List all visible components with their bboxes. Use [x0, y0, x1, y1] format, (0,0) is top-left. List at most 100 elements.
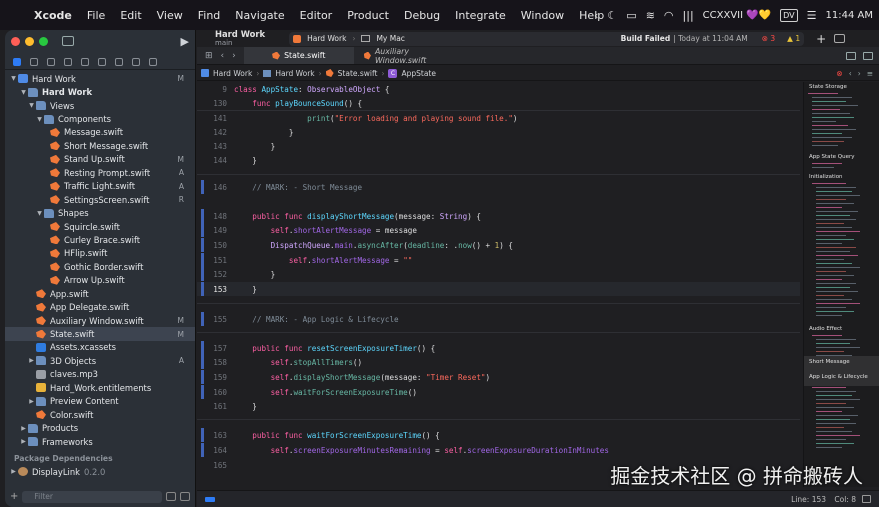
- change-indicator[interactable]: [201, 180, 204, 194]
- related-items-icon[interactable]: ⊞: [205, 51, 213, 61]
- moon-icon[interactable]: ☾: [607, 9, 617, 22]
- tree-row[interactable]: ▼ Views: [5, 99, 195, 112]
- package-row[interactable]: ▶ DisplayLink 0.2.0: [5, 465, 195, 478]
- tree-row[interactable]: Gothic Border.swift: [5, 260, 195, 273]
- change-indicator[interactable]: [201, 253, 204, 267]
- jumpbar-project[interactable]: Hard Work: [213, 69, 252, 78]
- menu-file[interactable]: File: [87, 9, 105, 22]
- tree-row[interactable]: Squircle.swift: [5, 220, 195, 233]
- change-indicator[interactable]: [201, 428, 204, 442]
- tree-row[interactable]: SettingsScreen.swift R: [5, 193, 195, 206]
- tree-row[interactable]: Hard_Work.entitlements: [5, 381, 195, 394]
- menu-edit[interactable]: Edit: [120, 9, 141, 22]
- zoom-button[interactable]: [39, 36, 48, 46]
- minimize-button[interactable]: [25, 36, 34, 46]
- status-text[interactable]: ⅭCXXVII 💜💛: [703, 10, 772, 21]
- disclosure-open-icon[interactable]: ▼: [19, 89, 28, 96]
- test-navigator-tab-icon[interactable]: [98, 57, 106, 66]
- scm-filter-icon[interactable]: [180, 492, 190, 501]
- menu-debug[interactable]: Debug: [404, 9, 440, 22]
- source-editor[interactable]: 9 class AppState: ObservableObject { 130…: [197, 82, 800, 487]
- menu-product[interactable]: Product: [347, 9, 389, 22]
- tree-row[interactable]: Resting Prompt.swift A: [5, 166, 195, 179]
- change-indicator[interactable]: [201, 223, 204, 237]
- disclosure-open-icon[interactable]: ▼: [35, 116, 44, 123]
- change-indicator[interactable]: [201, 341, 204, 355]
- menu-clock[interactable]: 11:44 AM: [826, 10, 873, 21]
- destination-selector[interactable]: My Mac: [376, 34, 404, 43]
- close-button[interactable]: [11, 36, 20, 46]
- menu-window[interactable]: Window: [521, 9, 564, 22]
- split-editor-icon[interactable]: [863, 51, 873, 60]
- inspector-toggle-icon[interactable]: [834, 34, 846, 43]
- adjust-editor-icon[interactable]: ≡: [867, 69, 873, 78]
- tree-row[interactable]: ▶ Frameworks: [5, 435, 195, 448]
- minimap[interactable]: State Storage App State Query Initializa…: [803, 82, 879, 487]
- menu-integrate[interactable]: Integrate: [455, 9, 506, 22]
- disclosure-open-icon[interactable]: ▼: [9, 75, 18, 82]
- tree-row[interactable]: ▶ Preview Content: [5, 395, 195, 408]
- change-indicator[interactable]: [201, 443, 204, 457]
- tree-row[interactable]: ▼ Hard Work M: [5, 72, 195, 85]
- run-icon[interactable]: ▶: [181, 35, 189, 48]
- change-indicator[interactable]: [201, 238, 204, 252]
- error-count-badge[interactable]: ⊗ 3: [762, 34, 775, 43]
- issue-navigator-tab-icon[interactable]: [81, 57, 89, 66]
- console-toggle-icon[interactable]: [862, 495, 871, 503]
- debug-navigator-tab-icon[interactable]: [115, 57, 123, 66]
- forward-icon[interactable]: ›: [232, 51, 236, 61]
- package-dependencies-header[interactable]: Package Dependencies: [5, 453, 195, 465]
- disclosure-closed-icon[interactable]: ▶: [9, 468, 18, 475]
- display-icon[interactable]: ▭: [626, 9, 636, 22]
- scheme-selector[interactable]: Hard Work: [307, 34, 346, 43]
- tab-auxiliary-window[interactable]: Auxiliary Window.swift: [354, 47, 464, 65]
- disclosure-closed-icon[interactable]: ▶: [19, 438, 28, 445]
- back-icon[interactable]: ‹: [221, 51, 225, 61]
- minimap-mark-label[interactable]: Audio Effect: [809, 326, 842, 332]
- tree-row-selected[interactable]: State.swift M: [5, 327, 195, 341]
- change-indicator[interactable]: [201, 267, 204, 281]
- tree-row[interactable]: Curley Brace.swift: [5, 233, 195, 246]
- tree-row[interactable]: ▼ Components: [5, 112, 195, 125]
- find-navigator-tab-icon[interactable]: [64, 57, 72, 66]
- jumpbar-group[interactable]: Hard Work: [275, 69, 314, 78]
- tree-row[interactable]: Traffic Light.swift A: [5, 180, 195, 193]
- menu-view[interactable]: View: [157, 9, 183, 22]
- disclosure-open-icon[interactable]: ▼: [35, 210, 44, 217]
- sidebar-toggle-icon[interactable]: [62, 36, 74, 46]
- tab-state-swift[interactable]: State.swift: [243, 47, 354, 64]
- headphones-icon[interactable]: ◠: [664, 9, 674, 22]
- project-title[interactable]: Hard Work main: [215, 29, 265, 48]
- minimap-mark-label[interactable]: Short Message: [809, 359, 850, 365]
- minimap-mark-label[interactable]: State Storage: [809, 84, 847, 90]
- build-status[interactable]: Build Failed | Today at 11:04 AM: [621, 34, 748, 43]
- keyboard-layout[interactable]: DV: [780, 8, 798, 22]
- tree-row[interactable]: ▼ Hard Work: [5, 85, 195, 98]
- tree-row[interactable]: ▶ 3D Objects A: [5, 354, 195, 367]
- tree-row[interactable]: Short Message.swift: [5, 139, 195, 152]
- debug-area-toggle-icon[interactable]: [205, 496, 215, 502]
- tree-row[interactable]: Auxiliary Window.swift M: [5, 314, 195, 327]
- add-icon[interactable]: +: [10, 491, 18, 502]
- change-indicator[interactable]: [201, 282, 204, 296]
- menu-app[interactable]: Xcode: [34, 9, 72, 22]
- menu-find[interactable]: Find: [198, 9, 221, 22]
- add-library-icon[interactable]: +: [816, 32, 826, 46]
- menu-editor[interactable]: Editor: [300, 9, 333, 22]
- tree-row[interactable]: Assets.xcassets: [5, 341, 195, 354]
- menu-navigate[interactable]: Navigate: [235, 9, 284, 22]
- change-indicator[interactable]: [201, 209, 204, 223]
- change-indicator[interactable]: [201, 385, 204, 399]
- minimap-mark-label[interactable]: Initialization: [809, 174, 843, 180]
- tree-row[interactable]: ▼ Shapes: [5, 206, 195, 219]
- audio-bars-icon[interactable]: |||: [683, 9, 694, 22]
- tree-row[interactable]: Arrow Up.swift: [5, 274, 195, 287]
- editor-options-icon[interactable]: [846, 51, 856, 60]
- warning-count-badge[interactable]: ▲ 1: [787, 34, 800, 43]
- screen-share-icon[interactable]: ‹: [594, 9, 598, 22]
- tree-row[interactable]: ▶ Products: [5, 421, 195, 434]
- tree-row[interactable]: Message.swift: [5, 126, 195, 139]
- report-navigator-tab-icon[interactable]: [149, 57, 157, 66]
- disclosure-closed-icon[interactable]: ▶: [19, 425, 28, 432]
- disclosure-closed-icon[interactable]: ▶: [27, 357, 36, 364]
